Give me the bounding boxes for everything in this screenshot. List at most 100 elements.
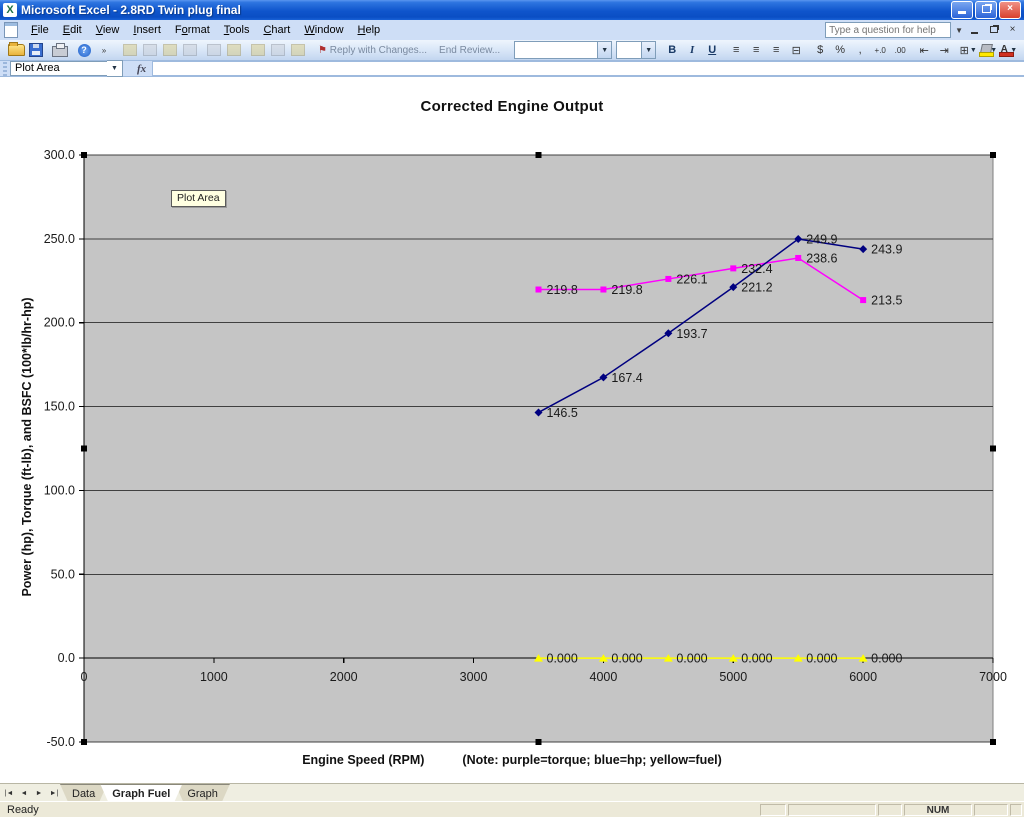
- open-folder-icon: [8, 44, 25, 56]
- workbook-close-button[interactable]: ×: [1005, 23, 1020, 37]
- open-button[interactable]: [7, 42, 25, 59]
- sheet-tab-graph-fuel[interactable]: Graph Fuel: [100, 784, 182, 802]
- toolbar-options-button[interactable]: »: [1019, 42, 1024, 59]
- window-title: Microsoft Excel - 2.8RD Twin plug final: [21, 3, 241, 17]
- font-name-select[interactable]: ▼: [514, 41, 612, 59]
- decrease-indent-button[interactable]: ⇤: [915, 42, 933, 59]
- print-button[interactable]: [51, 42, 69, 59]
- menu-insert[interactable]: Insert: [126, 21, 168, 39]
- formula-bar: Plot Area ▼ fx: [0, 61, 1024, 77]
- increase-decimal-button[interactable]: +.0: [871, 42, 889, 59]
- review-toolbar-button[interactable]: [249, 42, 267, 59]
- svg-text:0.000: 0.000: [547, 652, 578, 666]
- review-icon: [163, 44, 177, 56]
- review-icon: [227, 44, 241, 56]
- font-size-select[interactable]: ▼: [616, 41, 656, 59]
- x-axis-title[interactable]: Engine Speed (RPM)(Note: purple=torque; …: [0, 753, 1024, 767]
- review-icon: [207, 44, 221, 56]
- y-axis-title[interactable]: Power (hp), Torque (ft-lb), and BSFC (10…: [20, 167, 38, 727]
- help-button[interactable]: ?: [75, 42, 93, 59]
- svg-text:243.9: 243.9: [871, 243, 902, 257]
- review-toolbar-button[interactable]: [205, 42, 223, 59]
- svg-text:0.0: 0.0: [58, 651, 75, 665]
- review-icon: [143, 44, 157, 56]
- menu-chart[interactable]: Chart: [256, 21, 297, 39]
- menu-tools[interactable]: Tools: [217, 21, 257, 39]
- svg-text:238.6: 238.6: [806, 251, 837, 265]
- menu-file[interactable]: File: [24, 21, 56, 39]
- review-toolbar-button[interactable]: [269, 42, 287, 59]
- svg-text:0.000: 0.000: [741, 652, 772, 666]
- align-left-button[interactable]: ≡: [727, 42, 745, 59]
- first-sheet-button[interactable]: |◄: [2, 786, 16, 800]
- menu-help[interactable]: Help: [351, 21, 388, 39]
- name-box-dropdown-icon[interactable]: ▼: [107, 60, 123, 77]
- underline-button[interactable]: U: [703, 42, 721, 59]
- merge-center-button[interactable]: ⊟: [787, 42, 805, 59]
- review-icon: [251, 44, 265, 56]
- bold-button[interactable]: B: [663, 42, 681, 59]
- align-right-button[interactable]: ≡: [767, 42, 785, 59]
- close-button[interactable]: ×: [999, 1, 1021, 19]
- workbook-restore-button[interactable]: [986, 23, 1001, 37]
- reply-with-changes-button[interactable]: ⚑ Reply with Changes...: [312, 45, 433, 56]
- menu-view[interactable]: View: [89, 21, 127, 39]
- review-toolbar-button[interactable]: [225, 42, 243, 59]
- save-button[interactable]: [27, 42, 45, 59]
- svg-text:150.0: 150.0: [44, 400, 75, 414]
- menu-window[interactable]: Window: [297, 21, 350, 39]
- sheet-tab-data[interactable]: Data: [60, 784, 107, 802]
- review-icon: [123, 44, 137, 56]
- minimize-button[interactable]: [951, 1, 973, 19]
- chart-plot[interactable]: 300.0250.0200.0150.0100.050.00.0-50.0010…: [0, 77, 1024, 783]
- x-axis-note: (Note: purple=torque; blue=hp; yellow=fu…: [462, 753, 721, 767]
- toolbar-options-button[interactable]: »: [95, 42, 113, 59]
- review-icon: [291, 44, 305, 56]
- next-sheet-button[interactable]: ►: [32, 786, 46, 800]
- end-review-button[interactable]: End Review...: [433, 45, 506, 56]
- sheet-tab-graph[interactable]: Graph: [175, 784, 230, 802]
- last-sheet-button[interactable]: ►|: [47, 786, 61, 800]
- help-dropdown-icon[interactable]: ▼: [955, 26, 963, 35]
- svg-text:167.4: 167.4: [611, 371, 642, 385]
- review-toolbar-button[interactable]: [181, 42, 199, 59]
- review-toolbar-button[interactable]: [141, 42, 159, 59]
- comma-button[interactable]: ,: [851, 42, 869, 59]
- font-color-button[interactable]: A▼: [999, 42, 1017, 59]
- chevron-down-icon: ▼: [641, 42, 655, 58]
- formula-input[interactable]: [152, 61, 1024, 76]
- chart-sheet[interactable]: Corrected Engine Output 300.0250.0200.01…: [0, 77, 1024, 783]
- status-cell: [878, 804, 902, 816]
- menu-edit[interactable]: Edit: [56, 21, 89, 39]
- status-num: NUM: [904, 804, 972, 816]
- italic-button[interactable]: I: [683, 42, 701, 59]
- borders-button[interactable]: ⊞▼: [959, 42, 977, 59]
- toolbar-grip[interactable]: [3, 62, 7, 76]
- increase-indent-button[interactable]: ⇥: [935, 42, 953, 59]
- prev-sheet-button[interactable]: ◄: [17, 786, 31, 800]
- name-box[interactable]: Plot Area: [10, 61, 107, 76]
- review-toolbar-button[interactable]: [121, 42, 139, 59]
- svg-text:-50.0: -50.0: [47, 735, 76, 749]
- svg-text:300.0: 300.0: [44, 148, 75, 162]
- decrease-decimal-button[interactable]: .00: [891, 42, 909, 59]
- fill-color-button[interactable]: ▼: [979, 42, 997, 59]
- review-toolbar-button[interactable]: [289, 42, 307, 59]
- review-toolbar-button[interactable]: [161, 42, 179, 59]
- currency-button[interactable]: $: [811, 42, 829, 59]
- percent-button[interactable]: %: [831, 42, 849, 59]
- svg-text:193.7: 193.7: [676, 327, 707, 341]
- menu-format[interactable]: Format: [168, 21, 217, 39]
- insert-function-icon[interactable]: fx: [137, 63, 146, 75]
- align-center-button[interactable]: ≡: [747, 42, 765, 59]
- workbook-minimize-button[interactable]: [967, 23, 982, 37]
- chevron-down-icon: ▼: [970, 47, 977, 54]
- svg-text:0.000: 0.000: [871, 652, 902, 666]
- help-search-input[interactable]: [825, 22, 951, 38]
- restore-button[interactable]: [975, 1, 997, 19]
- status-cell: [974, 804, 1008, 816]
- svg-text:7000: 7000: [979, 670, 1007, 684]
- plot-area[interactable]: [84, 155, 993, 742]
- svg-text:232.4: 232.4: [741, 262, 772, 276]
- review-icon: [183, 44, 197, 56]
